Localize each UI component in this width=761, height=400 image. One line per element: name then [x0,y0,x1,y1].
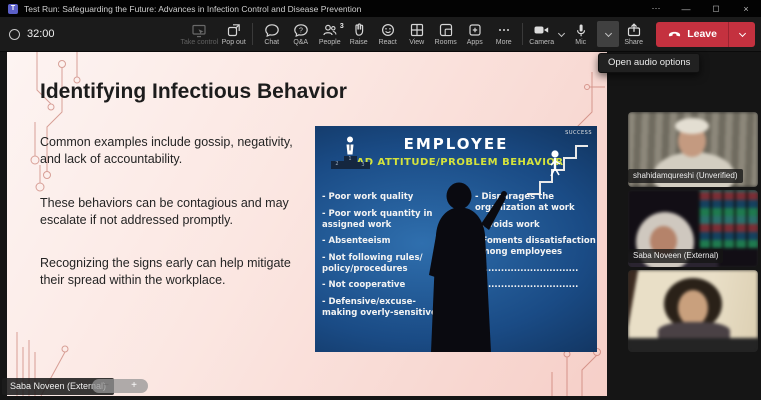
window-more-button[interactable]: ⋯ [641,0,671,17]
slide-paragraph: Recognizing the signs early can help mit… [40,255,312,290]
camera-icon [533,23,550,38]
hang-up-phone-icon [667,27,682,42]
slide-body-text: Common examples include gossip, negativi… [40,134,312,316]
take-control-icon [191,23,207,38]
mic-icon [573,23,589,38]
chat-icon [264,23,280,38]
mic-button[interactable]: Mic [566,23,595,46]
person-on-podium-icon [342,136,358,158]
zoom-out-button[interactable]: − [103,381,109,391]
shared-screen-slide: Identifying Infectious Behavior Common e… [7,52,607,396]
mic-options-chevron-icon [604,30,612,38]
businessman-silhouette [401,180,517,352]
apps-icon [467,23,483,38]
leave-options-button[interactable] [729,22,755,47]
podium-figure: 2 1 3 [327,136,373,169]
qa-button[interactable]: ? Q&A [286,23,315,46]
podium-steps: 2 1 3 [331,156,370,169]
participant-name-label: shahidamqureshi (Unverified) [628,169,743,183]
rooms-icon [438,23,454,38]
window-close-button[interactable]: × [731,0,761,17]
window-minimize-button[interactable]: — [671,0,701,17]
toolbar-separator [522,23,523,45]
qa-icon: ? [293,23,309,38]
react-button[interactable]: React [373,23,402,46]
leave-button[interactable]: Leave [656,22,728,47]
take-control-button[interactable]: Take control [179,23,219,46]
mic-options-button[interactable] [597,21,619,47]
content-zoom-control: − + [92,379,148,393]
participant-video-tile[interactable]: shahidamqureshi (Unverified) [628,112,758,187]
chat-button[interactable]: Chat [257,23,286,46]
slide-paragraph: Common examples include gossip, negativi… [40,134,312,169]
window-title: Test Run: Safeguarding the Future: Advan… [24,4,361,14]
participant-video-tile[interactable]: Saba Noveen (External) [628,190,758,267]
timer-value: 32:00 [27,28,55,40]
podium-step-3: 3 [357,162,370,169]
apps-button[interactable]: Apps [460,23,489,46]
teams-meeting-window: T Test Run: Safeguarding the Future: Adv… [0,0,761,400]
view-grid-icon [409,23,425,38]
podium-step-2: 2 [331,161,344,169]
share-icon [626,23,642,38]
employee-behavior-infographic: SUCCESS EMPLOYEE BAD ATTITUDE/PROBLEM BE… [315,126,597,352]
toolbar-separator [252,23,253,45]
view-button[interactable]: View [402,23,431,46]
people-count-badge: 3 [340,23,344,30]
share-button[interactable]: Share [619,23,648,46]
meeting-timer: 32:00 [9,28,55,40]
podium-step-1: 1 [344,156,357,169]
more-button[interactable]: More [489,23,518,46]
camera-options-chevron-icon[interactable] [557,30,565,38]
rooms-button[interactable]: Rooms [431,23,460,46]
meeting-toolbar: 32:00 Take control Pop out Chat [0,17,761,52]
video-feed [628,270,758,352]
participant-name-label: Saba Noveen (External) [628,249,723,263]
svg-text:?: ? [299,27,303,34]
leave-options-chevron-icon [738,30,746,38]
meeting-stage: Identifying Infectious Behavior Common e… [0,52,761,400]
people-button[interactable]: 3 People [315,23,344,46]
leave-label: Leave [687,28,717,40]
toolbar-buttons: Take control Pop out Chat ? Q&A [179,21,761,47]
window-maximize-button[interactable]: ◻ [701,0,731,17]
zoom-in-button[interactable]: + [131,381,137,391]
slide-title: Identifying Infectious Behavior [40,80,347,104]
timer-ring-icon [9,29,20,40]
react-icon [380,23,396,38]
raise-hand-icon [351,23,367,38]
people-icon: 3 [322,23,338,38]
window-controls: ⋯ — ◻ × [641,0,761,17]
slide-paragraph: These behaviors can be contagious and ma… [40,195,312,230]
camera-button[interactable]: Camera [527,23,556,46]
stairs-to-success [525,132,591,198]
raise-hand-button[interactable]: Raise [344,23,373,46]
more-dots-icon [496,23,512,38]
pop-out-button[interactable]: Pop out [219,23,248,46]
window-titlebar: T Test Run: Safeguarding the Future: Adv… [0,0,761,17]
leave-button-group: Leave [656,22,755,47]
pop-out-icon [226,23,242,38]
participant-video-tile[interactable] [628,270,758,352]
audio-options-tooltip: Open audio options [598,53,700,73]
stairs-icon [525,132,591,198]
teams-logo-icon: T [8,4,18,14]
